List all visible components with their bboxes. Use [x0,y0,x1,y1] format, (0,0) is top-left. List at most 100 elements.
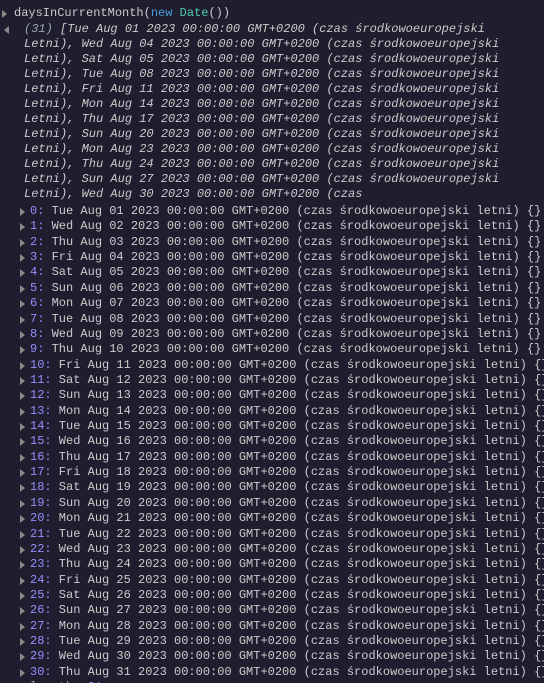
array-entry[interactable]: 9: Thu Aug 10 2023 00:00:00 GMT+0200 (cz… [30,342,522,357]
entry-index: 0: [30,204,44,218]
entry-index: 21: [30,527,52,541]
array-entry[interactable]: 10: Fri Aug 11 2023 00:00:00 GMT+0200 (c… [30,358,522,373]
array-length-prefix: (31) [24,22,53,36]
array-entry[interactable]: 16: Thu Aug 17 2023 00:00:00 GMT+0200 (c… [30,450,522,465]
object-braces: {} [534,665,544,679]
entry-value: Wed Aug 16 2023 00:00:00 GMT+0200 (czas … [52,434,534,448]
entry-index: 26: [30,603,52,617]
object-braces: {} [534,373,544,387]
entry-index: 13: [30,404,52,418]
array-entry[interactable]: 23: Thu Aug 24 2023 00:00:00 GMT+0200 (c… [30,557,522,572]
entry-value: Mon Aug 07 2023 00:00:00 GMT+0200 (czas … [44,296,526,310]
entry-index: 28: [30,634,52,648]
array-entry[interactable]: 21: Tue Aug 22 2023 00:00:00 GMT+0200 (c… [30,527,522,542]
array-entry[interactable]: 2: Thu Aug 03 2023 00:00:00 GMT+0200 (cz… [30,235,522,250]
entry-index: 11: [30,373,52,387]
array-entry[interactable]: 20: Mon Aug 21 2023 00:00:00 GMT+0200 (c… [30,511,522,526]
entry-value: Fri Aug 18 2023 00:00:00 GMT+0200 (czas … [52,465,534,479]
entry-index: 1: [30,219,44,233]
object-braces: {} [527,327,541,341]
array-entry[interactable]: 11: Sat Aug 12 2023 00:00:00 GMT+0200 (c… [30,373,522,388]
object-braces: {} [527,312,541,326]
array-entry[interactable]: 8: Wed Aug 09 2023 00:00:00 GMT+0200 (cz… [30,327,522,342]
object-braces: {} [527,342,541,356]
object-braces: {} [534,404,544,418]
array-entry[interactable]: 14: Tue Aug 15 2023 00:00:00 GMT+0200 (c… [30,419,522,434]
array-entry[interactable]: 13: Mon Aug 14 2023 00:00:00 GMT+0200 (c… [30,404,522,419]
entry-value: Tue Aug 01 2023 00:00:00 GMT+0200 (czas … [44,204,526,218]
array-entry[interactable]: 6: Mon Aug 07 2023 00:00:00 GMT+0200 (cz… [30,296,522,311]
array-entry[interactable]: 24: Fri Aug 25 2023 00:00:00 GMT+0200 (c… [30,573,522,588]
entry-index: 30: [30,665,52,679]
array-entry[interactable]: 7: Tue Aug 08 2023 00:00:00 GMT+0200 (cz… [30,312,522,327]
array-entry[interactable]: 0: Tue Aug 01 2023 00:00:00 GMT+0200 (cz… [30,204,522,219]
entry-index: 3: [30,250,44,264]
entry-index: 14: [30,419,52,433]
object-braces: {} [534,603,544,617]
array-entry[interactable]: 25: Sat Aug 26 2023 00:00:00 GMT+0200 (c… [30,588,522,603]
array-entry[interactable]: 3: Fri Aug 04 2023 00:00:00 GMT+0200 (cz… [30,250,522,265]
object-braces: {} [534,419,544,433]
object-braces: {} [527,265,541,279]
object-braces: {} [534,634,544,648]
entry-value: Fri Aug 11 2023 00:00:00 GMT+0200 (czas … [52,358,534,372]
entry-index: 17: [30,465,52,479]
array-entry[interactable]: 15: Wed Aug 16 2023 00:00:00 GMT+0200 (c… [30,434,522,449]
entry-value: Fri Aug 25 2023 00:00:00 GMT+0200 (czas … [52,573,534,587]
entry-index: 15: [30,434,52,448]
object-braces: {} [534,480,544,494]
array-entry[interactable]: 27: Mon Aug 28 2023 00:00:00 GMT+0200 (c… [30,619,522,634]
array-entry[interactable]: 28: Tue Aug 29 2023 00:00:00 GMT+0200 (c… [30,634,522,649]
array-entry[interactable]: 18: Sat Aug 19 2023 00:00:00 GMT+0200 (c… [30,480,522,495]
object-braces: {} [527,250,541,264]
entry-index: 18: [30,480,52,494]
array-entry[interactable]: 4: Sat Aug 05 2023 00:00:00 GMT+0200 (cz… [30,265,522,280]
object-braces: {} [534,588,544,602]
array-entry[interactable]: 22: Wed Aug 23 2023 00:00:00 GMT+0200 (c… [30,542,522,557]
entry-index: 20: [30,511,52,525]
entry-index: 16: [30,450,52,464]
object-braces: {} [534,450,544,464]
object-braces: {} [534,619,544,633]
entry-value: Sun Aug 13 2023 00:00:00 GMT+0200 (czas … [52,388,534,402]
entry-index: 6: [30,296,44,310]
object-braces: {} [534,557,544,571]
array-entry[interactable]: 30: Thu Aug 31 2023 00:00:00 GMT+0200 (c… [30,665,522,680]
entry-index: 19: [30,496,52,510]
array-entry[interactable]: 5: Sun Aug 06 2023 00:00:00 GMT+0200 (cz… [30,281,522,296]
console-input-line[interactable]: daysInCurrentMonth(new Date()) [14,6,522,20]
object-braces: {} [534,511,544,525]
entry-value: Mon Aug 14 2023 00:00:00 GMT+0200 (czas … [52,404,534,418]
entry-value: Sun Aug 20 2023 00:00:00 GMT+0200 (czas … [52,496,534,510]
array-entry[interactable]: 29: Wed Aug 30 2023 00:00:00 GMT+0200 (c… [30,649,522,664]
entry-value: Mon Aug 21 2023 00:00:00 GMT+0200 (czas … [52,511,534,525]
array-entries: 0: Tue Aug 01 2023 00:00:00 GMT+0200 (cz… [14,204,522,680]
object-braces: {} [534,465,544,479]
array-entry[interactable]: 1: Wed Aug 02 2023 00:00:00 GMT+0200 (cz… [30,219,522,234]
entry-index: 12: [30,388,52,402]
entry-value: Sat Aug 19 2023 00:00:00 GMT+0200 (czas … [52,480,534,494]
entry-value: Wed Aug 09 2023 00:00:00 GMT+0200 (czas … [44,327,526,341]
object-braces: {} [527,281,541,295]
entry-value: Sun Aug 27 2023 00:00:00 GMT+0200 (czas … [52,603,534,617]
console-result-summary[interactable]: (31) [Tue Aug 01 2023 00:00:00 GMT+0200 … [14,22,522,202]
entry-index: 25: [30,588,52,602]
object-braces: {} [534,542,544,556]
entry-value: Sat Aug 05 2023 00:00:00 GMT+0200 (czas … [44,265,526,279]
entry-value: Mon Aug 28 2023 00:00:00 GMT+0200 (czas … [52,619,534,633]
entry-value: Thu Aug 17 2023 00:00:00 GMT+0200 (czas … [52,450,534,464]
entry-index: 5: [30,281,44,295]
entry-index: 27: [30,619,52,633]
entry-value: Fri Aug 04 2023 00:00:00 GMT+0200 (czas … [44,250,526,264]
entry-index: 4: [30,265,44,279]
entry-value: Sun Aug 06 2023 00:00:00 GMT+0200 (czas … [44,281,526,295]
object-braces: {} [534,649,544,663]
array-entry[interactable]: 26: Sun Aug 27 2023 00:00:00 GMT+0200 (c… [30,603,522,618]
entry-index: 22: [30,542,52,556]
entry-index: 24: [30,573,52,587]
entry-value: Thu Aug 24 2023 00:00:00 GMT+0200 (czas … [52,557,534,571]
array-entry[interactable]: 12: Sun Aug 13 2023 00:00:00 GMT+0200 (c… [30,388,522,403]
array-entry[interactable]: 19: Sun Aug 20 2023 00:00:00 GMT+0200 (c… [30,496,522,511]
object-braces: {} [534,388,544,402]
array-entry[interactable]: 17: Fri Aug 18 2023 00:00:00 GMT+0200 (c… [30,465,522,480]
